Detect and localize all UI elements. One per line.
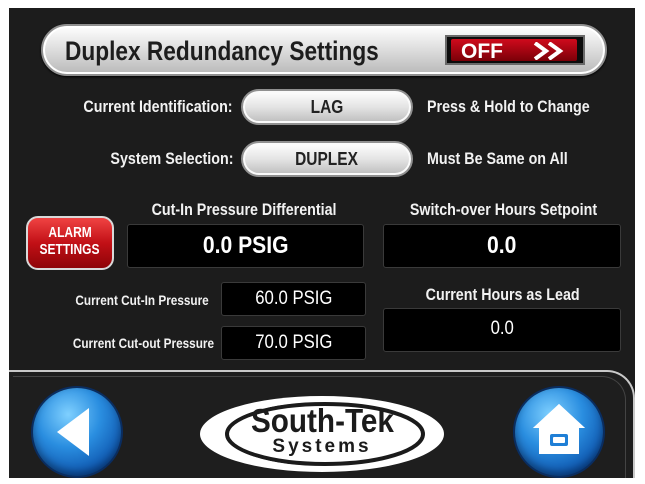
hours-lead-label: Current Hours as Lead	[426, 285, 580, 304]
cut-in-diff-field[interactable]: 0.0 PSIG	[127, 224, 364, 268]
double-chevron-right-icon	[533, 42, 564, 60]
switchover-label: Switch-over Hours Setpoint	[409, 200, 597, 219]
bottom-panel: South-Tek Systems	[9, 370, 635, 478]
switchover-field[interactable]: 0.0	[383, 224, 621, 268]
title-bar: Duplex Redundancy Settings OFF	[41, 24, 607, 76]
cut-out-pressure-label: Current Cut-out Pressure	[72, 335, 214, 351]
alarm-settings-button[interactable]: ALARM SETTINGS	[26, 216, 114, 270]
south-tek-logo: South-Tek Systems	[197, 392, 447, 476]
cut-in-pressure-label: Current Cut-In Pressure	[75, 292, 209, 308]
cut-in-pressure-value: 60.0 PSIG	[221, 282, 366, 316]
toggle-label: OFF	[461, 40, 503, 63]
hours-lead-value: 0.0	[383, 308, 621, 352]
identification-button[interactable]: LAG	[241, 89, 413, 125]
alarm-line1: ALARM	[48, 224, 92, 241]
logo-text: South-Tek	[250, 402, 394, 439]
alarm-line2: SETTINGS	[39, 241, 100, 258]
hmi-screen: Duplex Redundancy Settings OFF Current I…	[9, 8, 635, 478]
redundancy-toggle[interactable]: OFF	[445, 35, 585, 65]
toggle-indicator: OFF	[451, 39, 577, 63]
system-hint: Must Be Same on All	[427, 149, 568, 168]
cut-out-pressure-value: 70.0 PSIG	[221, 326, 366, 360]
identification-label: Current Identification:	[83, 97, 233, 116]
system-button[interactable]: DUPLEX	[241, 141, 413, 177]
identification-hint: Press & Hold to Change	[427, 97, 590, 116]
home-button[interactable]	[515, 388, 603, 476]
home-icon	[533, 404, 585, 454]
cut-in-diff-label: Cut-In Pressure Differential	[151, 200, 337, 219]
page-title: Duplex Redundancy Settings	[65, 36, 379, 66]
back-button[interactable]	[33, 388, 121, 476]
logo-subtext: Systems	[272, 436, 372, 457]
system-label: System Selection:	[109, 149, 233, 168]
back-arrow-icon	[57, 408, 89, 456]
